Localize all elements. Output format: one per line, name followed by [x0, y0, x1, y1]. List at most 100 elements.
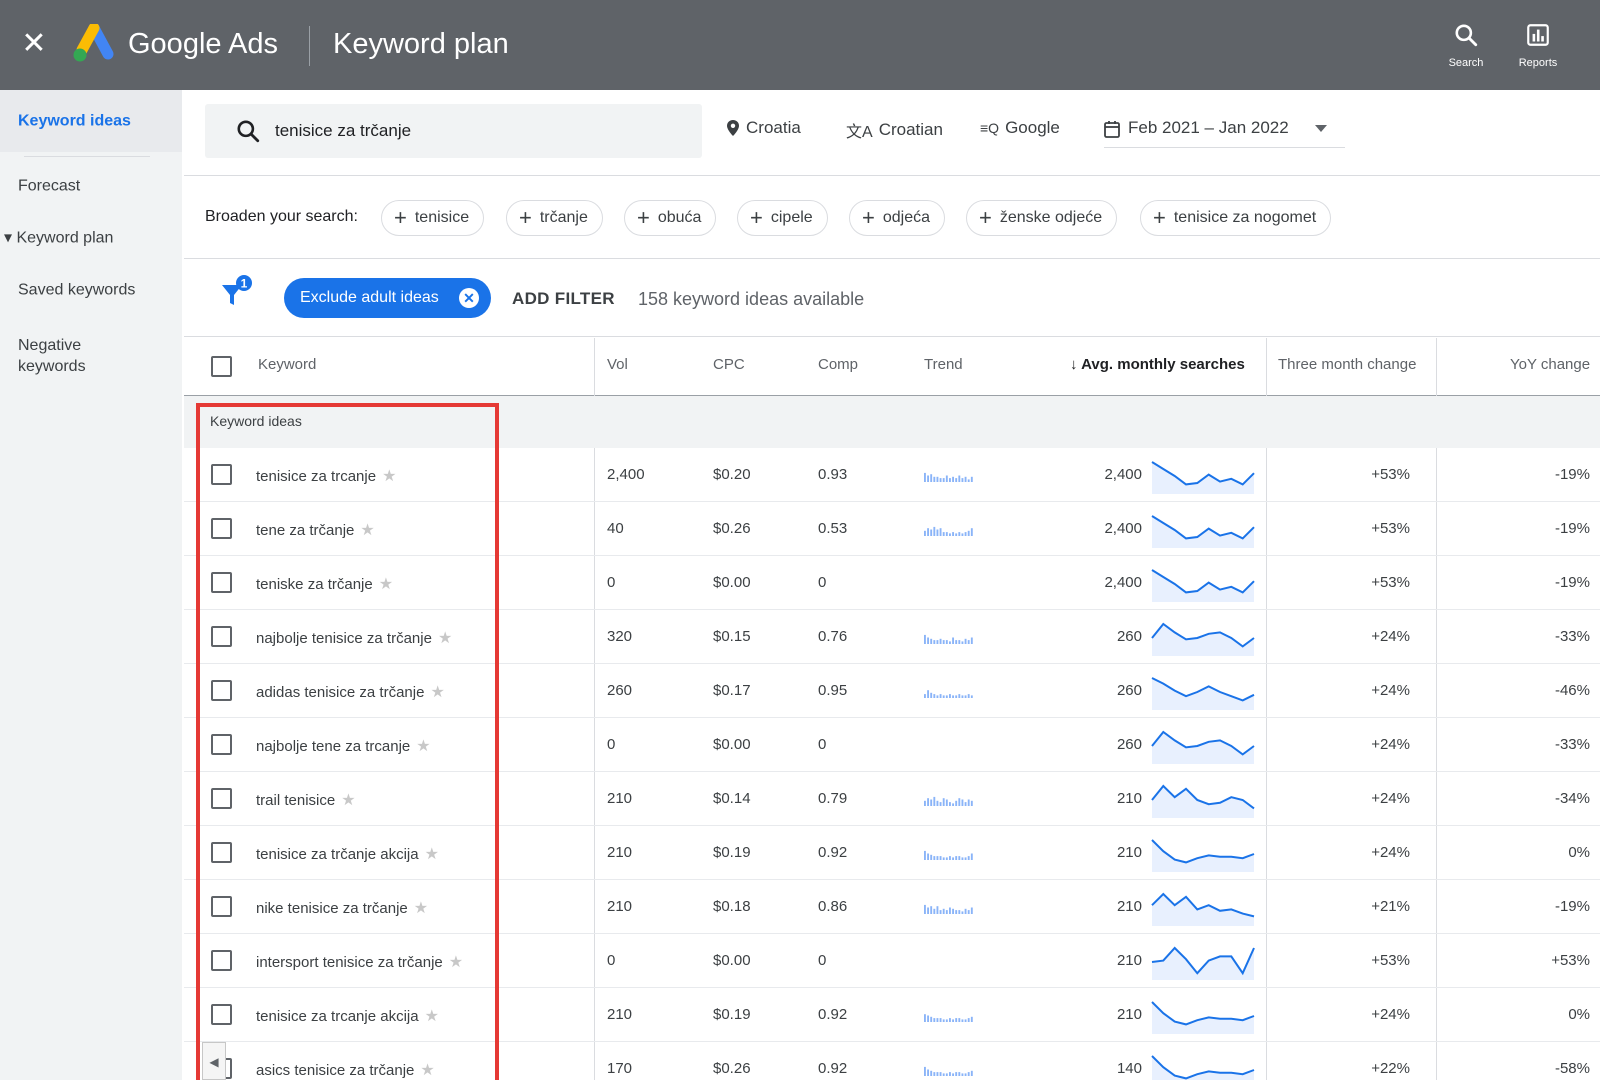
- select-all-checkbox[interactable]: [211, 356, 232, 377]
- sidebar-item-saved-keywords[interactable]: Saved keywords: [0, 270, 182, 310]
- trend-bar: [924, 694, 926, 698]
- keyword-ideas-count: 158 keyword ideas available: [638, 289, 865, 309]
- trend-bar: [958, 856, 961, 860]
- star-icon[interactable]: ★: [416, 738, 430, 755]
- broaden-chip[interactable]: + tenisice: [381, 200, 485, 236]
- sparkline-area: [1152, 732, 1254, 764]
- exclude-adult-filter-chip[interactable]: Exclude adult ideas ✕: [284, 278, 491, 318]
- sidebar-item-negative-keywords[interactable]: Negative keywords: [0, 330, 182, 382]
- trend-bar: [942, 640, 945, 644]
- row-checkbox[interactable]: [211, 896, 232, 917]
- broaden-chip[interactable]: + odjeća: [849, 200, 946, 236]
- trend-bars: [924, 904, 973, 914]
- broaden-chip[interactable]: + cipele: [737, 200, 828, 236]
- keyword-cell[interactable]: adidas tenisice za trčanje ★: [256, 682, 445, 702]
- sidebar-item-keyword-plan[interactable]: ▾ Keyword plan: [0, 218, 182, 258]
- cpc-cell: $0.19: [713, 1006, 751, 1023]
- trend-bar: [936, 906, 939, 914]
- keyword-cell[interactable]: nike tenisice za trčanje ★: [256, 898, 428, 918]
- filter-button[interactable]: 1: [220, 275, 256, 311]
- keyword-search-input[interactable]: [275, 117, 685, 145]
- column-header-three-month-change[interactable]: Three month change: [1278, 356, 1416, 373]
- row-checkbox[interactable]: [211, 788, 232, 809]
- plus-icon: +: [394, 205, 407, 230]
- trend-bar: [964, 476, 967, 482]
- keyword-cell[interactable]: tenisice za trcanje ★: [256, 466, 396, 486]
- star-icon[interactable]: ★: [425, 846, 439, 863]
- keyword-text: trail tenisice: [256, 792, 336, 809]
- row-checkbox[interactable]: [211, 464, 232, 485]
- column-header-yoy-change[interactable]: YoY change: [1510, 356, 1590, 373]
- trend-bar: [927, 853, 930, 860]
- keyword-cell[interactable]: tenisice za trcanje akcija ★: [256, 1006, 439, 1026]
- reports-tool-button[interactable]: Reports: [1508, 22, 1568, 69]
- keyword-cell[interactable]: najbolje tene za trcanje ★: [256, 736, 431, 756]
- keyword-cell[interactable]: asics tenisice za trčanje ★: [256, 1060, 435, 1080]
- keyword-cell[interactable]: tene za trčanje ★: [256, 520, 375, 540]
- vol-cell: 210: [607, 1006, 633, 1023]
- star-icon[interactable]: ★: [438, 630, 452, 647]
- keyword-cell[interactable]: tenisice za trčanje akcija ★: [256, 844, 439, 864]
- star-icon[interactable]: ★: [382, 468, 396, 485]
- sidebar-item-forecast[interactable]: Forecast: [0, 166, 182, 206]
- keyword-cell[interactable]: trail tenisice ★: [256, 790, 356, 810]
- date-range-picker[interactable]: Feb 2021 – Jan 2022: [1104, 118, 1345, 148]
- keyword-cell[interactable]: intersport tenisice za trčanje ★: [256, 952, 463, 972]
- row-checkbox[interactable]: [211, 626, 232, 647]
- trend-bar: [927, 1069, 930, 1076]
- column-header-comp[interactable]: Comp: [818, 356, 858, 373]
- location-filter[interactable]: Croatia: [726, 118, 801, 138]
- row-checkbox[interactable]: [211, 950, 232, 971]
- star-icon[interactable]: ★: [379, 576, 393, 593]
- trend-bar: [924, 1014, 926, 1022]
- keyword-cell[interactable]: najbolje tenisice za trčanje ★: [256, 628, 452, 648]
- top-app-bar: ✕ Google Ads Keyword plan Search Reports: [0, 0, 1600, 90]
- row-checkbox[interactable]: [211, 518, 232, 539]
- row-checkbox[interactable]: [211, 842, 232, 863]
- close-icon[interactable]: ✕: [18, 28, 50, 60]
- column-header-vol[interactable]: Vol: [607, 356, 628, 373]
- trend-bar: [945, 475, 948, 482]
- scroll-left-button[interactable]: ◀: [202, 1042, 226, 1080]
- keyword-text: tenisice za trcanje: [256, 468, 377, 485]
- divider: [184, 258, 1600, 259]
- broaden-chip[interactable]: + ženske odjeće: [966, 200, 1118, 236]
- add-filter-button[interactable]: ADD FILTER: [512, 289, 615, 309]
- broaden-chip[interactable]: + obuća: [624, 200, 717, 236]
- row-checkbox[interactable]: [211, 680, 232, 701]
- column-header-cpc[interactable]: CPC: [713, 356, 745, 373]
- trend-bar: [924, 850, 926, 860]
- broaden-chip-label: tenisice: [414, 209, 470, 226]
- trend-bar: [949, 802, 951, 806]
- trend-bar: [964, 802, 967, 806]
- column-header-trend[interactable]: Trend: [924, 356, 963, 373]
- broaden-chip[interactable]: + trčanje: [506, 200, 603, 236]
- close-icon[interactable]: ✕: [459, 288, 479, 308]
- trend-bar: [970, 853, 973, 860]
- trend-bar: [927, 1015, 930, 1022]
- table-row: tenisice za trčanje akcija ★ 210 $0.19 0.92 2…: [184, 826, 1600, 880]
- star-icon[interactable]: ★: [420, 1062, 434, 1079]
- search-tool-button[interactable]: Search: [1436, 22, 1496, 69]
- trend-bar: [936, 800, 939, 806]
- sidebar-item-keyword-ideas[interactable]: Keyword ideas: [0, 90, 182, 152]
- star-icon[interactable]: ★: [430, 684, 444, 701]
- star-icon[interactable]: ★: [425, 1008, 439, 1025]
- row-checkbox[interactable]: [211, 1004, 232, 1025]
- star-icon[interactable]: ★: [360, 522, 374, 539]
- star-icon[interactable]: ★: [449, 954, 463, 971]
- trend-bar: [970, 476, 973, 482]
- star-icon[interactable]: ★: [341, 792, 355, 809]
- broaden-chip[interactable]: + tenisice za nogomet: [1140, 200, 1332, 236]
- network-filter[interactable]: ≡Q Google: [980, 118, 1060, 138]
- trend-bar: [939, 802, 942, 806]
- row-checkbox[interactable]: [211, 572, 232, 593]
- keyword-cell[interactable]: teniske za trčanje ★: [256, 574, 393, 594]
- row-checkbox[interactable]: [211, 734, 232, 755]
- avg-monthly-searches-cell: 210: [1116, 898, 1142, 915]
- column-header-avg-monthly-searches[interactable]: ↓ Avg. monthly searches: [1070, 356, 1245, 373]
- yoy-change-cell: -19%: [1554, 466, 1590, 483]
- language-filter[interactable]: 文A Croatian: [846, 118, 943, 142]
- column-header-keyword[interactable]: Keyword: [258, 356, 316, 373]
- star-icon[interactable]: ★: [414, 900, 428, 917]
